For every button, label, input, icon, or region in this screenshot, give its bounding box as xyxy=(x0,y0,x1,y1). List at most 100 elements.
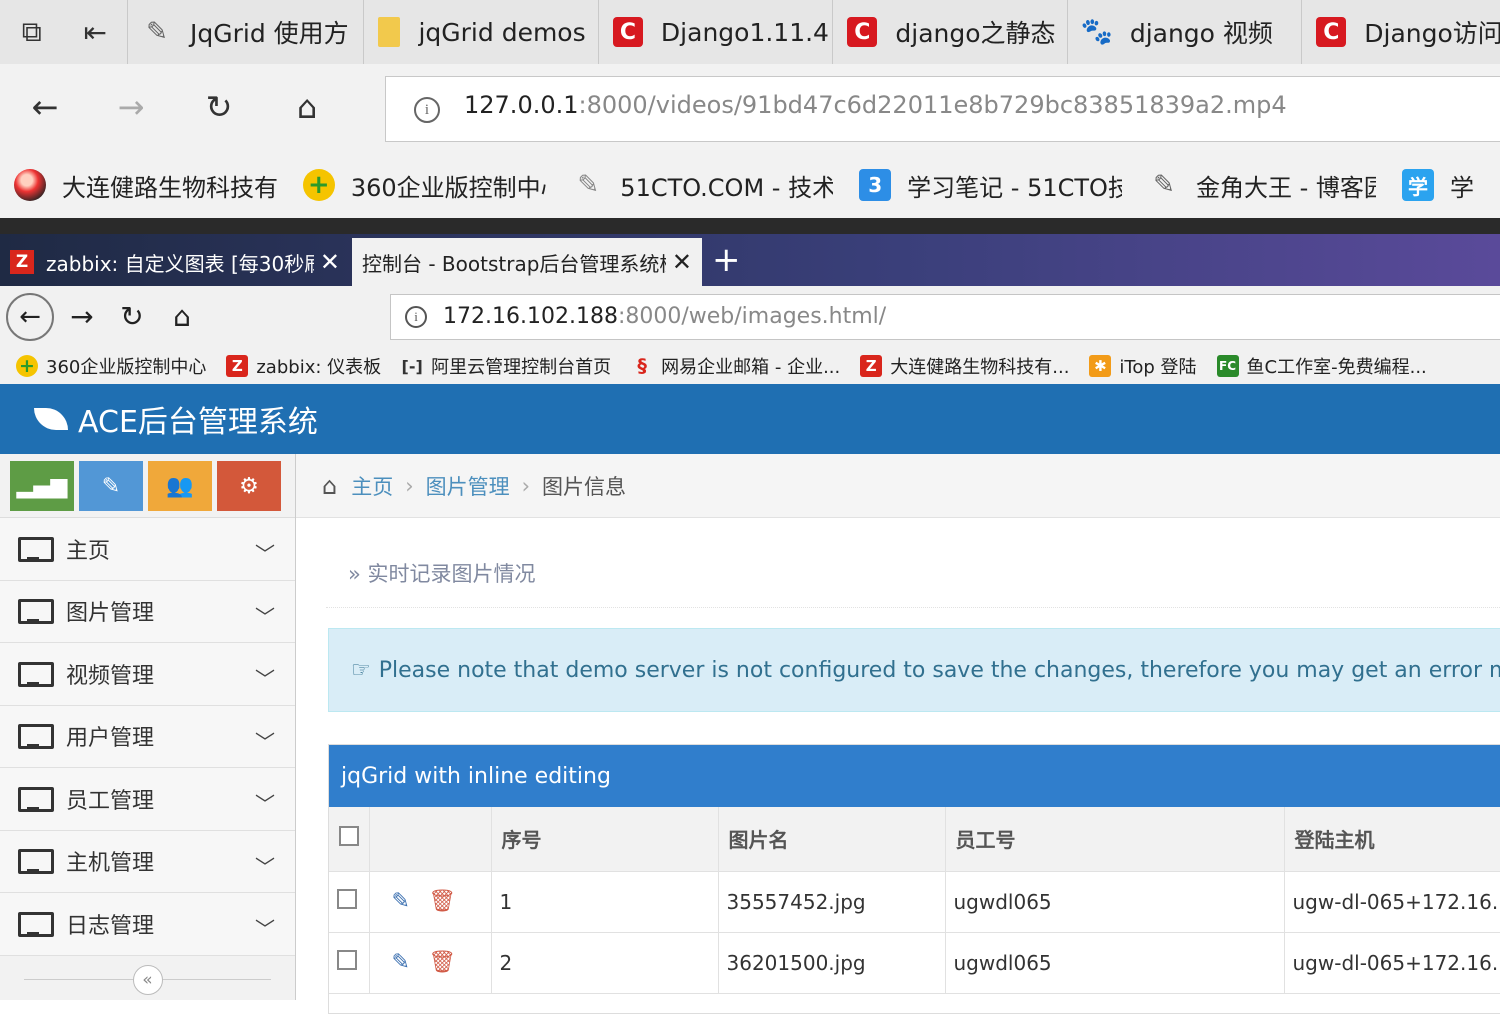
inner-tab-console[interactable]: 控制台 - Bootstrap后台管理系统模版 ✕ xyxy=(352,238,702,286)
forward-arrow-icon[interactable]: → xyxy=(106,82,156,132)
settings-shortcut-button[interactable]: ⚙ xyxy=(217,461,281,511)
sidebar-item-hosts[interactable]: 主机管理 ﹀ xyxy=(0,830,295,893)
breadcrumb-home-link[interactable]: 主页 xyxy=(351,471,393,501)
sidebar-item-employees[interactable]: 员工管理 ﹀ xyxy=(0,768,295,831)
close-icon[interactable]: ✕ xyxy=(320,248,340,276)
sidebar-item-videos[interactable]: 视频管理 ﹀ xyxy=(0,643,295,706)
sidebar-item-logs[interactable]: 日志管理 ﹀ xyxy=(0,893,295,956)
inner-nav-bar: ← → ↻ ⌂ i 172.16.102.188:8000/web/images… xyxy=(0,286,1500,348)
column-header-host[interactable]: 登陆主机 xyxy=(1284,807,1500,872)
home-icon[interactable]: ⌂ xyxy=(162,296,202,336)
breadcrumb-current: 图片信息 xyxy=(542,474,627,499)
set-aside-tabs-icon[interactable]: ⇤ xyxy=(64,0,128,64)
stats-shortcut-button[interactable]: ▂▄▆ xyxy=(10,461,74,511)
cell-employee[interactable]: ugwdl065 xyxy=(945,871,1285,933)
column-header-employee[interactable]: 员工号 xyxy=(945,807,1285,872)
document-favicon-icon xyxy=(378,17,401,47)
select-all-header[interactable] xyxy=(329,807,370,872)
sidebar-shortcuts: ▂▄▆ ✎ 👥 ⚙ xyxy=(0,454,295,518)
tab-title: jqGrid demos xyxy=(418,17,586,47)
cell-host[interactable]: ugw-dl-065+172.16.1.87 xyxy=(1284,871,1500,933)
trash-icon[interactable]: 🗑 xyxy=(428,889,456,914)
pencil-icon[interactable]: ✎ xyxy=(392,950,410,975)
info-alert: ☞ Please note that demo server is not co… xyxy=(328,628,1500,712)
favorite-item[interactable]: + 360企业版控制中心 xyxy=(302,168,546,203)
cell-image[interactable]: 36201500.jpg xyxy=(718,932,946,994)
inner-tab-zabbix[interactable]: Z zabbix: 自定义图表 [每30秒刷新] ✕ xyxy=(0,238,350,286)
favorite-item[interactable]: ✎ 金角大王 - 博客园 xyxy=(1148,168,1376,203)
bookmark-label: iTop 登陆 xyxy=(1119,357,1197,378)
app-title[interactable]: ACE后台管理系统 xyxy=(78,397,318,441)
bookmark-item[interactable]: [-] 阿里云管理控制台首页 xyxy=(401,353,612,379)
home-icon[interactable]: ⌂ xyxy=(282,82,332,132)
collapse-double-left-icon[interactable]: « xyxy=(132,964,163,995)
favorite-item[interactable]: 学 学 xyxy=(1402,168,1474,203)
sidebar-item-images[interactable]: 图片管理 ﹀ xyxy=(0,580,295,643)
outer-tab[interactable]: jqGrid demos xyxy=(363,0,597,64)
outer-tab[interactable]: C Django1.11.4 xyxy=(597,0,832,64)
bookmark-label: 网易企业邮箱 - 企业... xyxy=(661,357,841,378)
users-shortcut-button[interactable]: 👥 xyxy=(148,461,212,511)
table-row[interactable]: ✎ 🗑 1 35557452.jpg ugwdl065 ugw-dl-065+1… xyxy=(329,871,1500,933)
cell-id[interactable]: 2 xyxy=(491,932,719,994)
pencil-icon: ✎ xyxy=(101,473,121,499)
window-divider xyxy=(0,218,1500,234)
outer-address-bar[interactable]: i 127.0.0.1:8000/videos/91bd47c6d22011e8… xyxy=(385,76,1500,142)
cell-id[interactable]: 1 xyxy=(491,871,719,933)
refresh-icon[interactable]: ↻ xyxy=(112,296,152,336)
column-header-image[interactable]: 图片名 xyxy=(718,807,946,872)
tab-title: django之静态 xyxy=(895,19,1056,48)
back-arrow-icon[interactable]: ← xyxy=(6,293,54,341)
cell-image[interactable]: 35557452.jpg xyxy=(718,871,946,933)
ball-icon xyxy=(14,169,46,201)
table-row[interactable]: ✎ 🗑 2 36201500.jpg ugwdl065 ugw-dl-065+1… xyxy=(329,932,1500,994)
favorite-item[interactable]: 大连健路生物科技有限 xyxy=(14,168,277,203)
sidebar-item-label: 图片管理 xyxy=(66,601,155,627)
cell-employee[interactable]: ugwdl065 xyxy=(945,932,1285,994)
outer-tab[interactable]: 🐾 django 视频 xyxy=(1066,0,1301,64)
bookmark-item[interactable]: Z 大连健路生物科技有... xyxy=(860,353,1069,379)
bookmark-item[interactable]: + 360企业版控制中心 xyxy=(16,353,206,379)
column-header-id[interactable]: 序号 xyxy=(491,807,719,872)
row-checkbox[interactable] xyxy=(337,950,357,970)
pencil-icon[interactable]: ✎ xyxy=(392,889,410,914)
bookmark-label: 大连健路生物科技有... xyxy=(890,357,1070,378)
row-checkbox[interactable] xyxy=(337,889,357,909)
outer-tab[interactable]: C Django访问 xyxy=(1301,0,1500,64)
csdn-favicon-icon: C xyxy=(1316,17,1347,47)
bookmark-label: zabbix: 仪表板 xyxy=(256,357,382,378)
cell-host[interactable]: ugw-dl-065+172.16.1.87 xyxy=(1284,932,1500,994)
bookmark-item[interactable]: ✱ iTop 登陆 xyxy=(1089,353,1197,379)
new-tab-icon[interactable]: + xyxy=(712,240,741,280)
outer-tab[interactable]: ✎ JqGrid 使用方 xyxy=(127,0,363,64)
sidebar-item-users[interactable]: 用户管理 ﹀ xyxy=(0,705,295,768)
back-arrow-icon[interactable]: ← xyxy=(20,82,70,132)
bookmark-item[interactable]: FC 鱼C工作室-免费编程... xyxy=(1216,353,1427,379)
breadcrumb-section-link[interactable]: 图片管理 xyxy=(426,471,510,501)
sidebar-item-home[interactable]: 主页 ﹀ xyxy=(0,518,295,581)
edit-shortcut-button[interactable]: ✎ xyxy=(79,461,143,511)
trash-icon[interactable]: 🗑 xyxy=(428,950,456,975)
refresh-icon[interactable]: ↻ xyxy=(194,82,244,132)
tab-title: Django访问 xyxy=(1364,19,1500,48)
info-icon[interactable]: i xyxy=(414,97,440,123)
inner-address-bar[interactable]: i 172.16.102.188:8000/web/images.html/ xyxy=(390,294,1500,340)
bookmark-item[interactable]: § 网易企业邮箱 - 企业... xyxy=(631,353,840,379)
outer-url: 127.0.0.1:8000/videos/91bd47c6d22011e8b7… xyxy=(464,91,1287,119)
chevron-down-icon: ﹀ xyxy=(255,667,275,691)
sidebar-item-label: 员工管理 xyxy=(66,788,155,814)
bookmark-item[interactable]: Z zabbix: 仪表板 xyxy=(226,353,381,379)
favorite-item[interactable]: 3 学习笔记 - 51CTO技术 xyxy=(859,168,1122,203)
info-icon[interactable]: i xyxy=(405,306,427,328)
outer-tab[interactable]: C django之静态 xyxy=(832,0,1066,64)
home-icon: ⌂ xyxy=(322,471,338,500)
alert-text: Please note that demo server is not conf… xyxy=(378,657,1500,683)
forward-arrow-icon[interactable]: → xyxy=(62,296,102,336)
favorite-item[interactable]: ✎ 51CTO.COM - 技术成 xyxy=(572,168,833,203)
url-path: :8000/videos/91bd47c6d22011e8b729bc83851… xyxy=(578,91,1287,119)
close-icon[interactable]: ✕ xyxy=(672,248,692,276)
chevron-down-icon: ﹀ xyxy=(255,917,275,941)
select-all-checkbox[interactable] xyxy=(339,826,359,847)
baidu-paw-icon: 🐾 xyxy=(1080,17,1114,47)
tab-overview-icon[interactable]: ⧉ xyxy=(0,0,64,64)
